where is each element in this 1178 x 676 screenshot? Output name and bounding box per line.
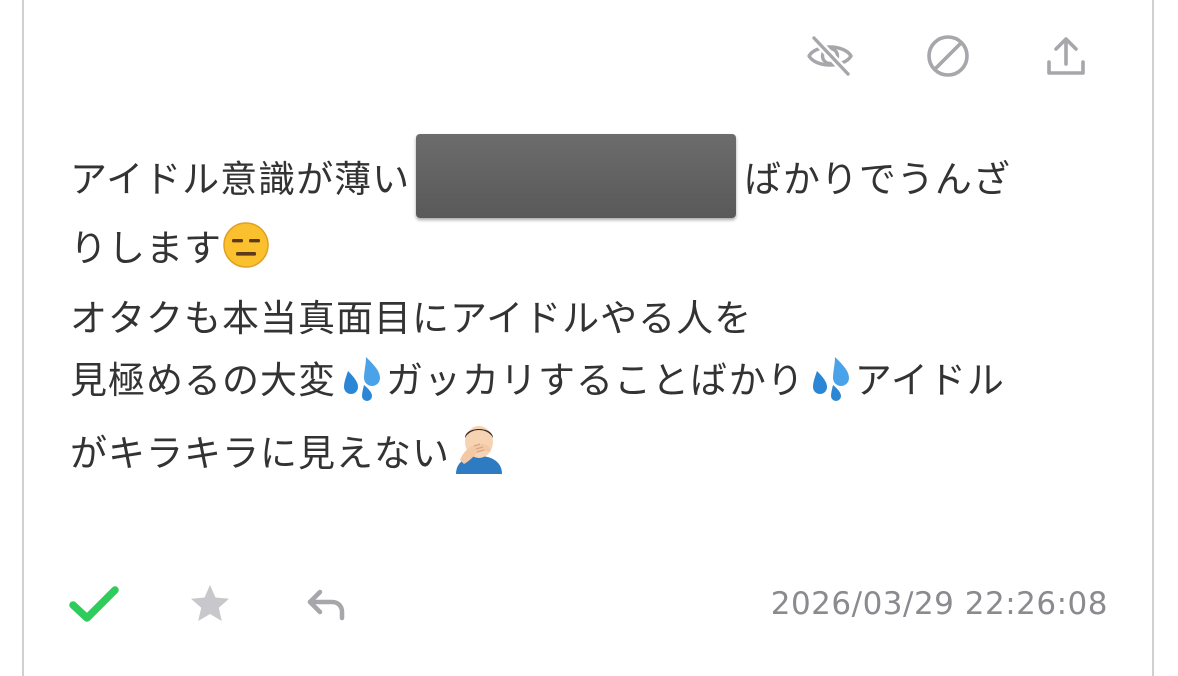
prohibited-icon[interactable] xyxy=(924,32,972,80)
message-line1-before: アイドル意識が薄い xyxy=(70,158,411,201)
message-line5-text: がキラキラに見えない xyxy=(70,432,450,475)
expressionless-face-icon xyxy=(222,221,270,288)
message-line4-part-a: 見極めるの大変 xyxy=(70,359,336,402)
message-line4-part-b: ガッカリすることばかり xyxy=(386,359,805,402)
message-line2-text: りします xyxy=(70,227,222,270)
sweat-droplets-icon xyxy=(336,353,386,420)
timestamp: 2026/03/29 22:26:08 xyxy=(770,586,1108,622)
checkmark-icon[interactable] xyxy=(66,576,122,632)
sweat-droplets-icon xyxy=(805,353,855,420)
star-icon[interactable] xyxy=(182,576,238,632)
redaction-box xyxy=(416,134,737,218)
message-line1-after: ばかりでうんざ xyxy=(744,158,1011,201)
reply-icon[interactable] xyxy=(298,576,354,632)
message-line-1: アイドル意識が薄い ばかりでうんざ xyxy=(70,134,1130,218)
message-line-4: 見極めるの大変 ガッカリすることばかり アイドル xyxy=(70,350,1130,420)
eye-off-icon[interactable] xyxy=(806,32,854,80)
facepalm-icon xyxy=(450,420,508,493)
message-line-3: オタクも本当真面目にアイドルやる人を xyxy=(70,297,753,340)
message-text: アイドル意識が薄い ばかりでうんざ りします オタクも本当真面目にアイドルやる人を… xyxy=(70,134,1130,493)
top-actions xyxy=(806,32,1090,80)
message-line4-part-c: アイドル xyxy=(854,359,1005,402)
message-footer: 2026/03/29 22:26:08 xyxy=(66,576,1108,632)
message-line-2: りします xyxy=(70,218,1130,288)
share-upload-icon[interactable] xyxy=(1042,32,1090,80)
message-line-5: がキラキラに見えない xyxy=(70,420,1130,493)
message-card: アイドル意識が薄い ばかりでうんざ りします オタクも本当真面目にアイドルやる人を… xyxy=(22,0,1154,676)
